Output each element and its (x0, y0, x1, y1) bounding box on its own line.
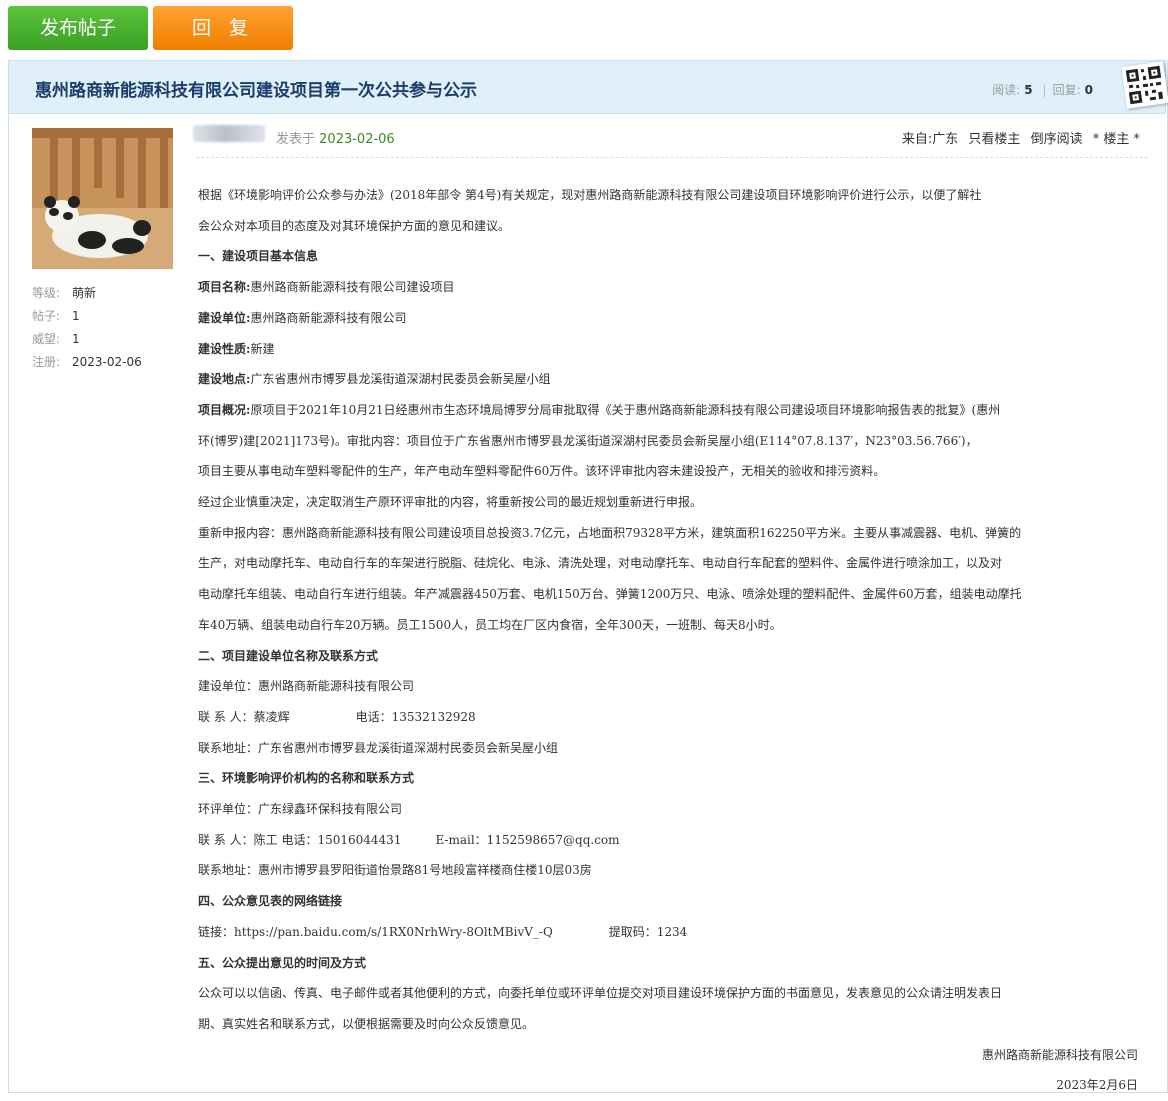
signature-date: 2023年2月6日 (1056, 1078, 1138, 1093)
reg-value: 2023-02-06 (72, 355, 142, 369)
post-thread-button[interactable]: 发布帖子 (8, 6, 148, 50)
content-line: 环(博罗)建[2021]173号)。审批内容：项目位于广东省惠州市博罗县龙溪街道… (198, 433, 978, 448)
replies-count: 0 (1084, 83, 1093, 97)
content-line: 联系地址：广东省惠州市博罗县龙溪街道深湖村民委员会新吴屋小组 (198, 740, 559, 755)
content-line: 根据《环境影响评价公众参与办法》(2018年部令 第4号)有关规定，现对惠州路商… (198, 188, 982, 202)
content-line: 公众可以以信函、传真、电子邮件或者其他便利的方式，向委托单位或环评单位提交对项目… (198, 986, 1003, 1001)
prestige-value: 1 (72, 332, 80, 346)
link-text[interactable]: 链接：https://pan.baidu.com/s/1RX0NrhWry-8O… (198, 925, 553, 939)
content-line: 建设单位：惠州路商新能源科技有限公司 (198, 679, 415, 694)
eia-email: E-mail：1152598657@qq.com (435, 832, 620, 847)
content-line: 会公众对本项目的态度及对其环境保护方面的意见和建议。 (198, 218, 511, 233)
reply-button[interactable]: 回 复 (153, 6, 293, 50)
signature: 惠州路商新能源科技有限公司 (981, 1047, 1138, 1062)
content-line: 环评单位：广东绿鑫环保科技有限公司 (198, 802, 403, 817)
reg-label: 注册: (32, 355, 61, 369)
field-value: 新建 (250, 341, 275, 356)
content-line: 期、真实姓名和联系方式，以便根据需要及时向公众反馈意见。 (198, 1016, 535, 1031)
thread-stats: 阅读: 5 | 回复: 0 (992, 83, 1093, 97)
author-info: 等级: 萌新 帖子: 1 威望: 1 注册: 2023-02-06 (32, 282, 142, 374)
post-time: 发表于 2023-02-06 (276, 128, 395, 147)
thread-title: 惠州路商新能源科技有限公司建设项目第一次公共参与公示 (35, 81, 477, 101)
level-value: 萌新 (72, 286, 97, 300)
qr-code-icon[interactable] (1121, 61, 1168, 109)
section-heading: 二、项目建设单位名称及联系方式 (198, 648, 379, 663)
posts-value: 1 (72, 309, 80, 323)
section-heading: 四、公众意见表的网络链接 (198, 894, 343, 909)
views-label: 阅读: (992, 83, 1021, 97)
field-value: 广东省惠州市博罗县龙溪街道深湖村民委员会新吴屋小组 (250, 372, 551, 387)
posted-prefix: 发表于 (276, 132, 316, 147)
content-line: 重新申报内容：惠州路商新能源科技有限公司建设项目总投资3.7亿元，占地面积793… (198, 525, 1022, 540)
avatar[interactable] (32, 128, 173, 269)
extract-code: 提取码：1234 (608, 924, 688, 939)
level-label: 等级: (32, 286, 61, 300)
contact-phone: 电话：13532132928 (355, 709, 476, 724)
reverse-order-link[interactable]: 倒序阅读 (1031, 132, 1083, 147)
field-value: 惠州路商新能源科技有限公司建设项目 (250, 280, 455, 295)
section-heading: 三、环境影响评价机构的名称和联系方式 (198, 771, 415, 786)
content-line: 电动摩托车组装、电动自行车进行组装。年产减震器450万套、电机150万台、弹簧1… (198, 587, 1022, 602)
replies-label: 回复: (1052, 83, 1081, 97)
section-heading: 五、公众提出意见的时间及方式 (198, 955, 367, 970)
from-location: 来自:广东 (901, 132, 959, 147)
content-line: 经过企业慎重决定，决定取消生产原环评审批的内容，将重新按公司的最近规划重新进行申… (198, 495, 703, 510)
author-name-blurred[interactable] (193, 125, 265, 142)
content-line: 生产，对电动摩托车、电动自行车的车架进行脱脂、硅烷化、电泳、清洗处理，对电动摩托… (198, 556, 1003, 571)
content-line: 联系地址：惠州市博罗县罗阳街道怡景路81号地段富祥楼商住楼10层03房 (198, 863, 592, 878)
field-label: 项目概况: (198, 402, 251, 417)
prestige-label: 威望: (32, 332, 61, 346)
field-label: 建设单位: (198, 310, 251, 325)
content-line: 项目主要从事电动车塑料零配件的生产，年产电动车塑料零配件60万件。该环评审批内容… (198, 464, 886, 479)
field-label: 建设性质: (198, 341, 251, 356)
post-nav: 来自:广东 只看楼主 倒序阅读 * 楼主 * (896, 128, 1140, 147)
post-content: 根据《环境影响评价公众参与办法》(2018年部令 第4号)有关规定，现对惠州路商… (198, 180, 1138, 1101)
only-author-link[interactable]: 只看楼主 (968, 132, 1020, 147)
views-count: 5 (1024, 83, 1033, 97)
floor-label: * 楼主 * (1092, 132, 1140, 147)
contact-person: 联 系 人：蔡凌辉 (198, 709, 290, 724)
posts-label: 帖子: (32, 309, 61, 323)
thread-header: 惠州路商新能源科技有限公司建设项目第一次公共参与公示 阅读: 5 | 回复: 0 (8, 60, 1166, 114)
content-line: 车40万辆、组装电动自行车20万辆。员工1500人，员工均在厂区内食宿，全年30… (198, 617, 782, 632)
section-heading: 一、建设项目基本信息 (198, 249, 319, 264)
field-label: 建设地点: (198, 372, 251, 387)
field-label: 项目名称: (198, 280, 251, 295)
eia-contact: 联 系 人：陈工 电话：15016044431 (198, 832, 402, 847)
divider (196, 157, 1148, 158)
field-value: 惠州路商新能源科技有限公司 (250, 310, 407, 325)
posted-date: 2023-02-06 (319, 132, 395, 147)
content-line: 原项目于2021年10月21日经惠州市生态环境局博罗分局审批取得《关于惠州路商新… (250, 402, 1001, 417)
